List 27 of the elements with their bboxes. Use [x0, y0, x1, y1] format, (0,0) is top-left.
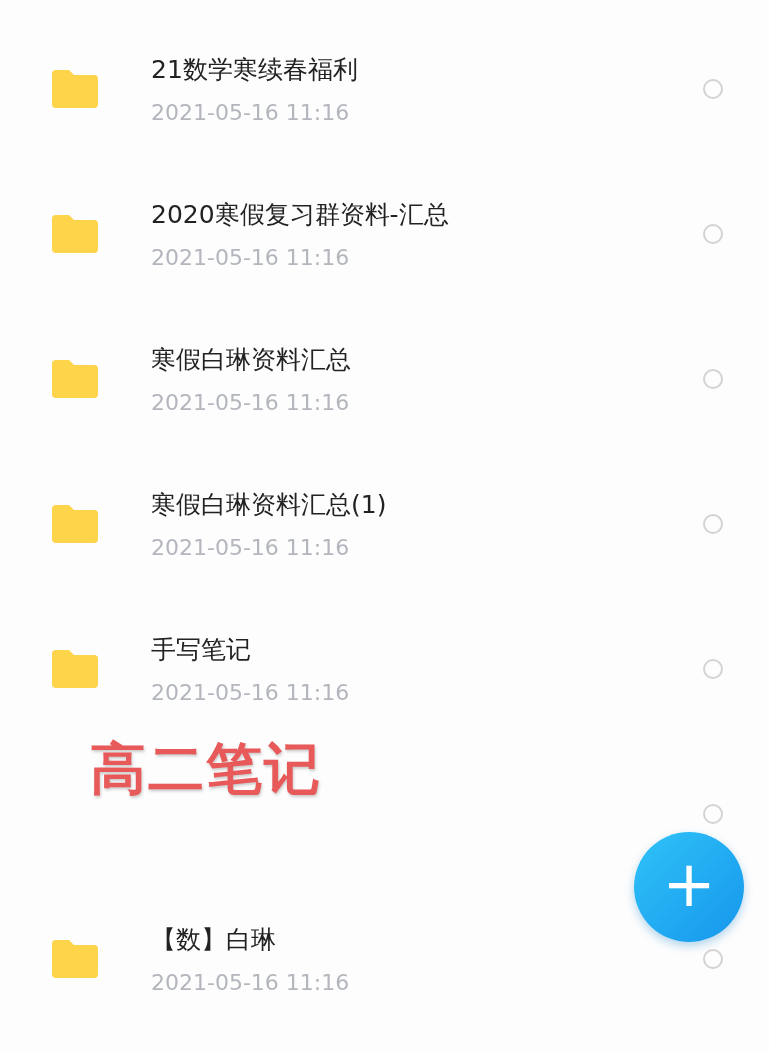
select-radio[interactable] [703, 658, 723, 679]
folder-icon [52, 69, 98, 108]
add-button[interactable]: + [634, 832, 744, 942]
folder-icon [52, 504, 98, 543]
folder-icon [52, 214, 98, 253]
select-radio[interactable] [703, 368, 723, 389]
modified-date: 2021-05-16 11:16 [151, 679, 351, 705]
select-radio[interactable] [703, 513, 723, 534]
folder-icon [52, 939, 98, 978]
modified-date: 2021-05-16 11:16 [151, 389, 351, 415]
select-radio[interactable] [703, 948, 723, 969]
modified-date: 2021-05-16 11:16 [151, 244, 351, 270]
annotation-label: 高二笔记 [90, 735, 322, 803]
select-radio[interactable] [703, 223, 723, 244]
modified-date: 2021-05-16 11:16 [151, 969, 351, 995]
folder-name: 寒假白琳资料汇总(1) [151, 488, 388, 521]
folder-icon [52, 649, 98, 688]
select-radio[interactable] [703, 78, 723, 99]
folder-name: 寒假白琳资料汇总 [151, 343, 352, 376]
folder-name: 21数学寒续春福利 [151, 53, 359, 86]
modified-date: 2021-05-16 11:16 [151, 99, 351, 125]
folder-name: 【数】白琳 [151, 923, 277, 956]
folder-icon [52, 359, 98, 398]
folder-name: 手写笔记 [151, 633, 252, 666]
modified-date: 2021-05-16 11:16 [151, 534, 351, 560]
select-radio[interactable] [703, 803, 723, 824]
folder-name: 2020寒假复习群资料-汇总 [151, 198, 450, 231]
